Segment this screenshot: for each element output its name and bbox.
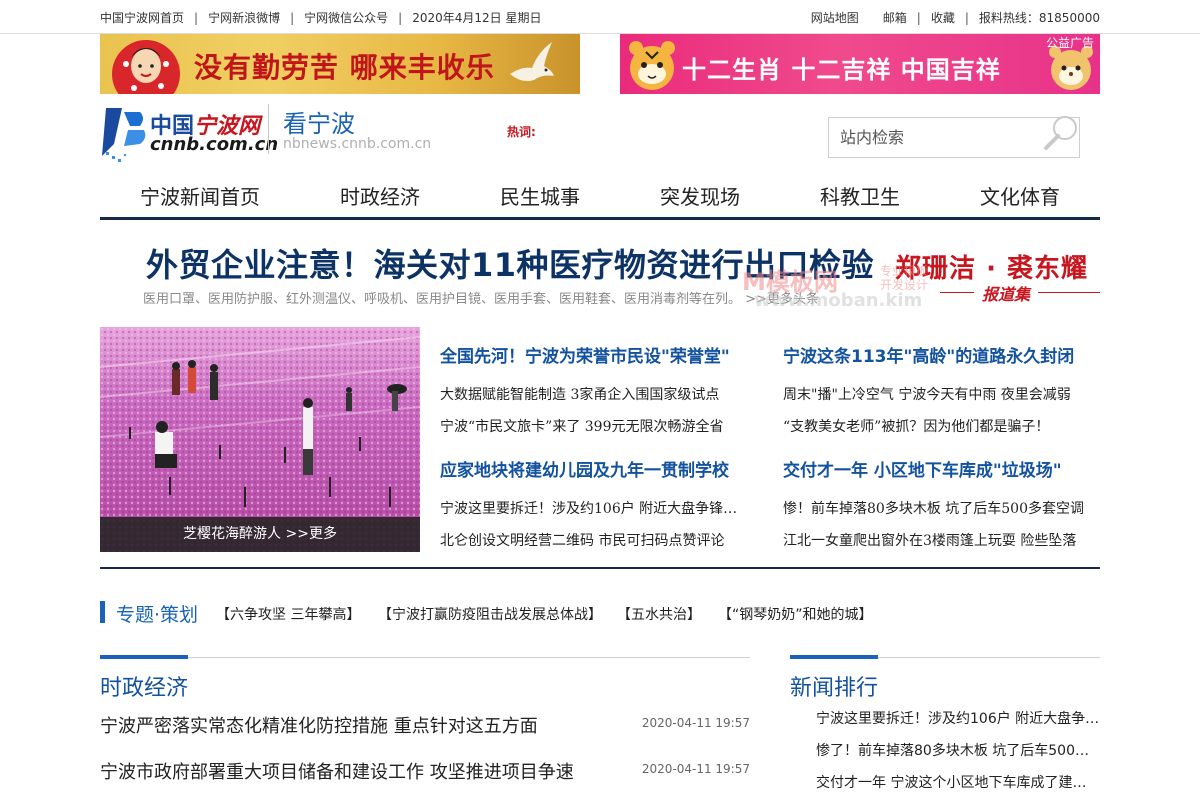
search-box [828, 116, 1080, 158]
top-bar-left: 中国宁波网首页 | 宁网新浪微博 | 宁网微信公众号 | 2020年4月12日 星期日 [100, 9, 541, 26]
story-link[interactable]: 宁波这里要拆迁！涉及约106户 附近大盘争锋… [440, 498, 737, 518]
hotwords-label: 热词: [507, 125, 536, 139]
nav-item-culture[interactable]: 文化体育 [980, 181, 1060, 210]
nav-item-science[interactable]: 科教卫生 [820, 181, 900, 210]
ad-right-slogan: 十二生肖 十二吉祥 中国吉祥 [682, 56, 1001, 84]
top-link-sitemap[interactable]: 网站地图 [811, 11, 859, 25]
news-date: 2020-04-11 19:57 [641, 762, 750, 776]
nav-item-politics[interactable]: 时政经济 [340, 181, 420, 210]
author-collection-label: 报道集 [974, 281, 1039, 305]
top-hotline: 报料热线：81850000 [978, 11, 1100, 25]
news-row[interactable]: 宁波严密落实常态化精准化防控措施 重点针对这五方面 2020-04-11 19:… [100, 712, 750, 742]
headline-summary[interactable]: 医用口罩、医用防护服、红外测温仪、呼吸机、医用护目镜、医用手套、医用鞋套、医用消… [143, 288, 819, 307]
topic-link[interactable]: 【六争攻坚 三年攀高】 [216, 604, 360, 624]
top-separator: | [194, 11, 199, 25]
top-link-wechat[interactable]: 宁网微信公众号 [304, 11, 388, 25]
search-input[interactable] [829, 118, 1039, 157]
story-link[interactable]: 宁波“市民文旅卡”来了 399元无限次畅游全省 [440, 416, 724, 436]
top-separator: | [290, 11, 295, 25]
story-link[interactable]: 周末"播"上冷空气 宁波今天有中雨 夜里会减弱 [783, 384, 1071, 404]
top-date: 2020年4月12日 星期日 [412, 11, 542, 25]
nav-item-livelihood[interactable]: 民生城事 [500, 181, 580, 210]
politics-section-title[interactable]: 时政经济 [100, 670, 188, 702]
ad-banner-diligence[interactable]: 没有勤劳苦 哪来丰收乐 [100, 34, 580, 94]
nav-item-home[interactable]: 宁波新闻首页 [140, 181, 260, 210]
news-row[interactable]: 宁波市政府部署重大项目储备和建设工作 攻坚推进项目争速 2020-04-11 1… [100, 758, 750, 788]
main-nav: 宁波新闻首页 时政经济 民生城事 突发现场 科教卫生 文化体育 [100, 175, 1100, 220]
ranking-item[interactable]: 交付才一年 宁波这个小区地下车库成了建… [816, 772, 1086, 792]
news-date: 2020-04-11 19:57 [641, 716, 750, 730]
top-link-weibo[interactable]: 宁网新浪微博 [208, 11, 280, 25]
ranking-accent [790, 655, 878, 659]
story-title[interactable]: 交付才一年 小区地下车库成"垃圾场" [783, 456, 1062, 481]
section-divider [100, 567, 1100, 569]
tiger-mascot-icon [629, 41, 675, 90]
top-separator: | [398, 11, 403, 25]
header-divider [268, 104, 269, 154]
ranking-section-title: 新闻排行 [790, 676, 879, 701]
top-bar: 中国宁波网首页 | 宁网新浪微博 | 宁网微信公众号 | 2020年4月12日 星期日 网站… [0, 0, 1200, 34]
topics-title: 专题·策划 [116, 604, 199, 626]
watermark-tagline-1: 专业模板 [880, 264, 929, 278]
topics-accent-bar [100, 601, 105, 623]
site-logo[interactable]: 中国宁波网 cnnb.com.cn [100, 102, 278, 166]
watermark-url: www.moban.kim [754, 290, 923, 311]
logo-mark-icon [102, 108, 146, 162]
topic-link[interactable]: 【“钢琴奶奶”和她的城】 [718, 604, 873, 624]
top-separator: | [964, 11, 969, 25]
featured-photo[interactable]: 芝樱花海醉游人 >>更多 [100, 327, 420, 552]
top-bar-right: 网站地图 邮箱 | 收藏 | 报料热线：81850000 [811, 9, 1100, 26]
channel-title[interactable]: 看宁波 [283, 104, 355, 139]
news-title[interactable]: 宁波市政府部署重大项目储备和建设工作 攻坚推进项目争速 [100, 758, 574, 784]
top-link-favorite[interactable]: 收藏 [931, 11, 955, 25]
ad-left-slogan: 没有勤劳苦 哪来丰收乐 [194, 51, 495, 84]
story-title[interactable]: 宁波这条113年"高龄"的道路永久封闭 [783, 342, 1074, 367]
logo-domain: cnnb.com.cn [150, 134, 279, 155]
ad-banner-zodiac[interactable]: 十二生肖 十二吉祥 中国吉祥 公益广告 [620, 34, 1100, 94]
story-link[interactable]: 江北一女童爬出窗外在3楼雨篷上玩耍 险些坠落 [783, 530, 1076, 550]
top-link-mail[interactable]: 邮箱 [883, 11, 907, 25]
watermark-tagline: 专业模板 开发设计 [880, 264, 928, 292]
politics-rule [100, 657, 750, 658]
story-link[interactable]: “支教美女老师”被抓？因为他们都是骗子！ [783, 416, 1049, 436]
dove-icon [510, 42, 554, 82]
search-icon[interactable] [1041, 112, 1083, 154]
top-link-home[interactable]: 中国宁波网首页 [100, 11, 184, 25]
ranking-item[interactable]: 惨了！前车掉落80多块木板 坑了后车500… [816, 740, 1089, 760]
news-title[interactable]: 宁波严密落实常态化精准化防控措施 重点针对这五方面 [100, 712, 538, 738]
watermark: M模板网 专业模板 开发设计 www.moban.kim [742, 262, 942, 311]
photo-caption[interactable]: 芝樱花海醉游人 >>更多 [100, 517, 420, 552]
story-link[interactable]: 惨！前车掉落80多块木板 坑了后车500多套空调 [783, 498, 1084, 518]
story-link[interactable]: 大数据赋能智能制造 3家甬企入围国家级试点 [440, 384, 719, 404]
top-separator: | [916, 11, 921, 25]
topic-link[interactable]: 【宁波打赢防疫阻击战发展总体战】 [378, 604, 602, 624]
channel-domain: nbnews.cnnb.com.cn [283, 136, 432, 152]
nav-item-breaking[interactable]: 突发现场 [660, 181, 740, 210]
story-link[interactable]: 北仑创设文明经营二维码 市民可扫码点赞评论 [440, 530, 724, 550]
story-title[interactable]: 应家地块将建幼儿园及九年一贯制学校 [440, 456, 729, 481]
ranking-item[interactable]: 宁波这里要拆迁！涉及约106户 附近大盘争… [816, 708, 1099, 728]
topic-link[interactable]: 【五水共治】 [617, 604, 701, 624]
politics-accent [100, 655, 188, 659]
woman-illustration-icon [112, 40, 180, 94]
story-title[interactable]: 全国先河！宁波为荣誉市民设"荣誉堂" [440, 342, 730, 367]
public-ad-tag: 公益广告 [1045, 36, 1094, 50]
